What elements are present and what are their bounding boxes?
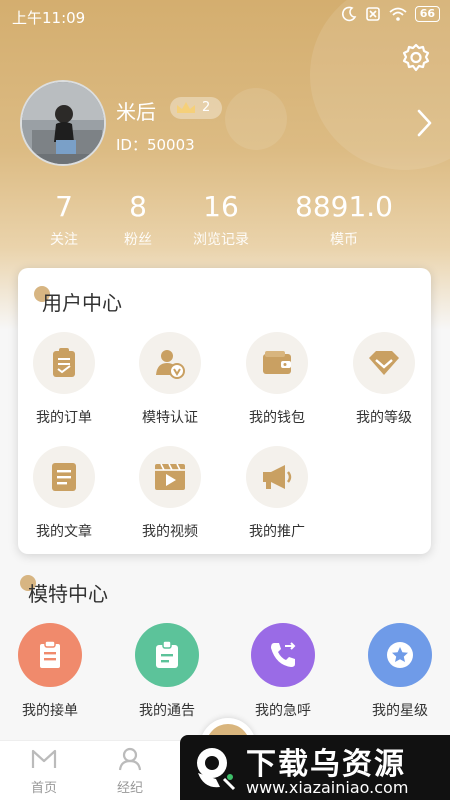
menu-label: 我的订单 [36,410,92,426]
stat-value: 16 [203,190,239,223]
home-m-icon [31,749,57,768]
order-icon [40,640,60,668]
tab-home[interactable]: 首页 [14,747,74,796]
star-icon [387,642,413,668]
icon-circle [135,623,199,687]
tab-agency[interactable]: 经纪 [100,747,160,796]
bird-logo-icon [197,748,236,791]
menu-my-jobs[interactable]: 我的接单 [0,623,100,723]
decor-bubble [225,88,287,150]
menu-my-wallet[interactable]: 我的钱包 [232,332,322,432]
status-icons: 66 [341,6,440,22]
tab-label: 首页 [30,781,57,796]
user-center-title: 用户中心 [42,291,122,315]
menu-label: 我的接单 [22,703,78,719]
menu-my-level[interactable]: 我的等级 [339,332,429,432]
stat-label: 浏览记录 [193,232,249,248]
icon-circle [251,623,315,687]
tab-label: 经纪 [116,781,143,796]
notice-icon [156,640,178,668]
watermark-banner: 下载乌资源 www.xiazainiao.com [180,735,450,800]
article-icon [52,463,76,491]
stat-history[interactable]: 16 浏览记录 [166,190,276,249]
menu-label: 模特认证 [142,410,198,426]
vip-badge: 2 [170,97,222,119]
icon-circle [353,332,415,394]
clipboard-icon [53,348,75,377]
icon-circle [246,446,308,508]
menu-label: 我的通告 [139,703,195,719]
vip-level: 2 [202,100,211,115]
user-center-card: 用户中心 我的订单 模特认证 我的钱包 我的等级 我的文章 我的视频 我的推广 [18,268,431,554]
menu-label: 我的星级 [372,703,428,719]
menu-label: 我的视频 [142,524,198,540]
battery-indicator: 66 [414,6,440,22]
stat-value: 8891.0 [295,190,393,223]
user-name: 米后 [116,100,156,124]
icon-circle [33,332,95,394]
sim-off-icon [365,7,380,21]
avatar-photo [22,82,104,164]
menu-my-notices[interactable]: 我的通告 [117,623,217,723]
menu-label: 我的钱包 [249,410,305,426]
moon-icon [341,6,357,22]
gear-icon[interactable] [398,40,434,76]
avatar[interactable] [20,80,106,166]
crown-icon [177,102,195,113]
diamond-icon [369,351,399,375]
megaphone-icon [263,465,292,489]
icon-circle [368,623,432,687]
menu-my-articles[interactable]: 我的文章 [19,446,109,546]
agent-icon [118,747,142,771]
icon-circle [33,446,95,508]
chevron-right-icon[interactable] [412,108,436,138]
stat-coins[interactable]: 8891.0 模币 [289,190,399,249]
icon-circle [139,332,201,394]
wifi-icon [389,7,407,21]
menu-label: 我的等级 [356,410,412,426]
menu-model-verify[interactable]: 模特认证 [125,332,215,432]
menu-my-videos[interactable]: 我的视频 [125,446,215,546]
menu-label: 我的推广 [249,524,305,540]
menu-my-star-level[interactable]: 我的星级 [350,623,450,723]
status-bar: 上午11:09 66 [0,0,450,32]
menu-label: 我的文章 [36,524,92,540]
wallet-icon [263,351,291,374]
icon-circle [246,332,308,394]
watermark-title: 下载乌资源 [246,747,406,782]
video-icon [155,463,185,490]
status-time: 上午11:09 [12,9,86,27]
user-id: ID：50003 [116,136,195,154]
icon-circle [139,446,201,508]
icon-circle [18,623,82,687]
user-verify-icon [156,350,185,379]
menu-my-urgent-call[interactable]: 我的急呼 [233,623,333,723]
watermark-url: www.xiazainiao.com [246,778,409,797]
menu-my-orders[interactable]: 我的订单 [19,332,109,432]
menu-my-promotion[interactable]: 我的推广 [232,446,322,546]
phone-icon [271,642,296,667]
model-center-title: 模特中心 [28,582,108,606]
stat-label: 模币 [330,232,358,248]
menu-label: 我的急呼 [255,703,311,719]
